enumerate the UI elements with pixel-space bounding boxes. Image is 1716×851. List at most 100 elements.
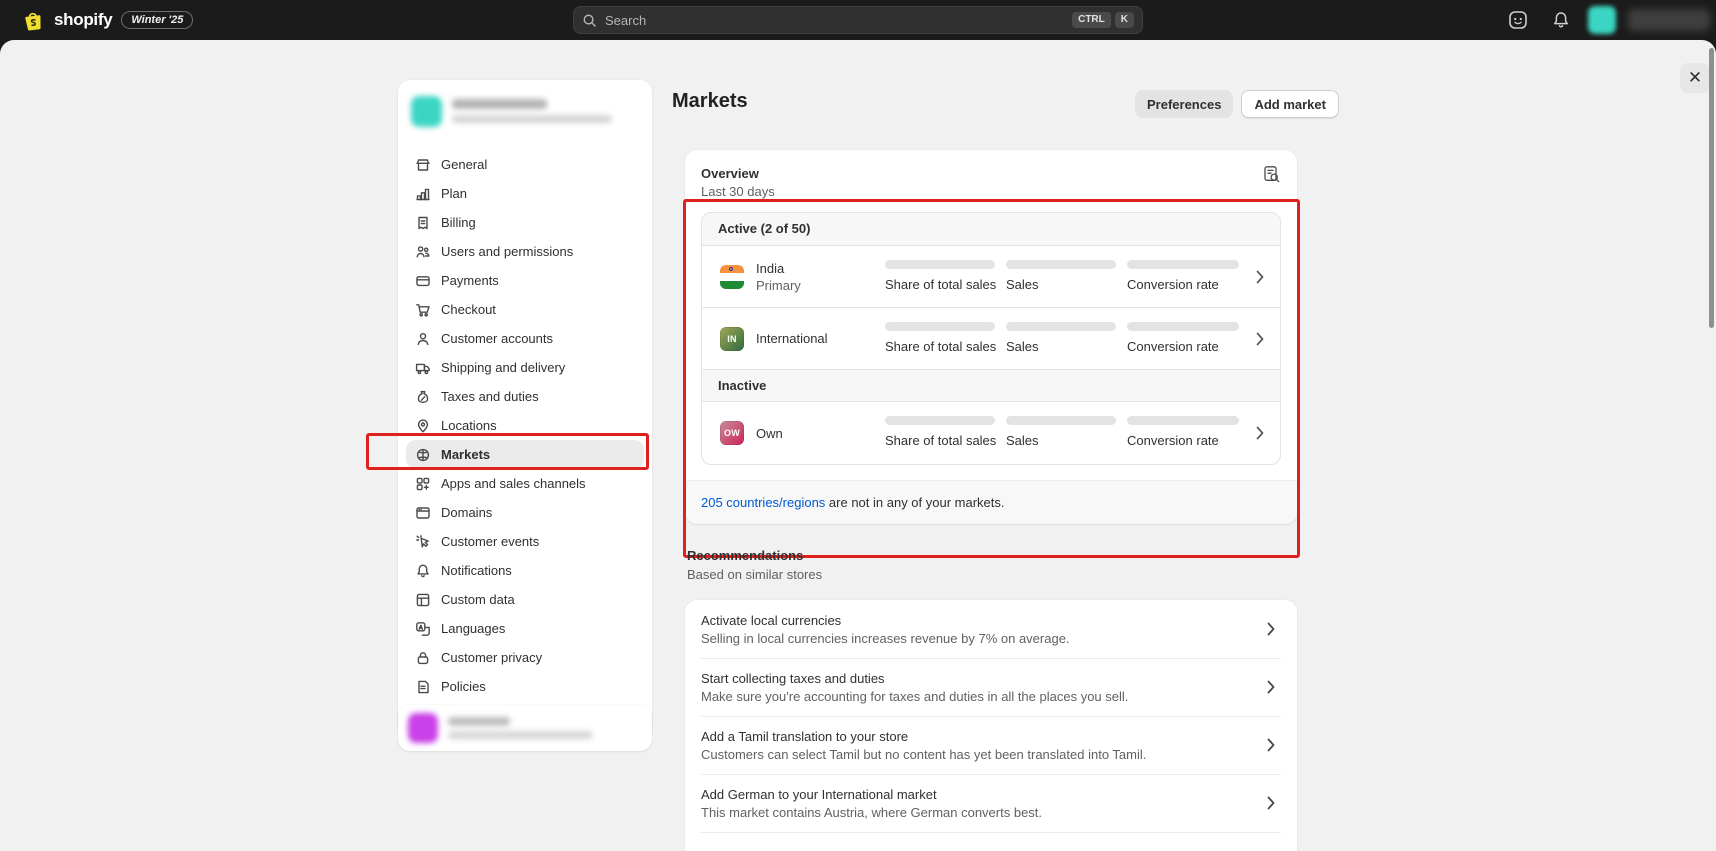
market-metrics: Share of total sales Sales Conversion ra… <box>885 416 1270 450</box>
overview-header: Overview Last 30 days <box>685 150 1297 200</box>
user-name-redacted[interactable] <box>1628 9 1710 31</box>
sidebar-item-taxes-duties[interactable]: Taxes and duties <box>406 382 644 411</box>
secondary-name-redacted <box>448 717 510 726</box>
recommendation-activate-local-currencies[interactable]: Activate local currencies Selling in loc… <box>685 600 1297 658</box>
data-table-icon <box>415 592 431 608</box>
secondary-avatar <box>408 713 438 743</box>
skeleton-bar <box>1006 416 1116 425</box>
shopify-logo[interactable]: shopify Winter '25 <box>22 0 193 40</box>
shopify-bag-icon <box>22 8 45 32</box>
sidebar-item-billing[interactable]: Billing <box>406 208 644 237</box>
sidebar-item-label: Policies <box>441 679 486 694</box>
sidebar-item-label: Apps and sales channels <box>441 476 586 491</box>
document-icon <box>415 679 431 695</box>
money-bag-icon <box>415 389 431 405</box>
sidebar-item-general[interactable]: General <box>406 150 644 179</box>
settings-nav: General Plan Billing Users and permissio… <box>398 142 652 701</box>
settings-modal-surface: ✕ General Plan Billing <box>0 40 1716 851</box>
skeleton-bar <box>1127 416 1239 425</box>
secondary-account-card[interactable] <box>398 705 652 751</box>
metric-label: Conversion rate <box>1127 339 1219 354</box>
add-market-button[interactable]: Add market <box>1241 90 1339 118</box>
secondary-sub-redacted <box>448 731 593 739</box>
sidebar-item-plan[interactable]: Plan <box>406 179 644 208</box>
sidebar-item-label: Checkout <box>441 302 496 317</box>
close-settings-button[interactable]: ✕ <box>1680 63 1710 93</box>
sidebar-item-notifications[interactable]: Notifications <box>406 556 644 585</box>
sidebar-item-languages[interactable]: Languages <box>406 614 644 643</box>
market-name: International <box>756 330 828 347</box>
footer-text: are not in any of your markets. <box>825 495 1004 510</box>
recommendation-add-tamil-translation[interactable]: Add a Tamil translation to your store Cu… <box>685 716 1297 774</box>
skeleton-bar <box>885 260 995 269</box>
recommendation-title: Add German to your International market <box>701 785 1261 804</box>
brand-wordmark: shopify <box>54 10 112 30</box>
sidebar-item-custom-data[interactable]: Custom data <box>406 585 644 614</box>
users-icon <box>415 244 431 260</box>
ctrl-key-badge: CTRL <box>1072 12 1111 28</box>
plan-icon <box>415 186 431 202</box>
recommendation-desc: This market contains Austria, where Germ… <box>701 804 1261 822</box>
sidebar-item-customer-events[interactable]: Customer events <box>406 527 644 556</box>
inactive-section-header: Inactive <box>702 369 1280 402</box>
preferences-button[interactable]: Preferences <box>1135 90 1233 118</box>
search-input[interactable] <box>605 13 1064 28</box>
sidebar-item-customer-privacy[interactable]: Customer privacy <box>406 643 644 672</box>
cart-icon <box>415 302 431 318</box>
user-avatar[interactable] <box>1588 6 1616 34</box>
recommendation-add-german[interactable]: Add German to your International market … <box>685 774 1297 832</box>
global-search[interactable]: CTRL K <box>573 6 1143 34</box>
receipt-icon <box>415 215 431 231</box>
edition-badge[interactable]: Winter '25 <box>121 11 193 29</box>
markets-overview-card: Overview Last 30 days Active (2 of 50) I… <box>685 150 1297 524</box>
sidebar-item-label: Markets <box>441 447 490 462</box>
sidebar-item-domains[interactable]: Domains <box>406 498 644 527</box>
sidebar-item-shipping-delivery[interactable]: Shipping and delivery <box>406 353 644 382</box>
overview-footer: 205 countries/regions are not in any of … <box>685 480 1297 524</box>
metric-label: Sales <box>1006 277 1039 292</box>
recommendation-collect-taxes-duties[interactable]: Start collecting taxes and duties Make s… <box>685 658 1297 716</box>
countries-regions-link[interactable]: 205 countries/regions <box>701 495 825 510</box>
metric-label: Conversion rate <box>1127 433 1219 448</box>
sidebar-item-payments[interactable]: Payments <box>406 266 644 295</box>
skeleton-bar <box>885 322 995 331</box>
skeleton-bar <box>1006 322 1116 331</box>
sidebar-item-label: Billing <box>441 215 476 230</box>
market-subtitle: Primary <box>756 277 801 294</box>
translate-icon <box>415 621 431 637</box>
search-icon <box>582 13 597 28</box>
sidebar-item-policies[interactable]: Policies <box>406 672 644 701</box>
chevron-right-icon <box>1250 270 1270 284</box>
browser-window-icon <box>415 505 431 521</box>
overview-subtitle: Last 30 days <box>701 184 1281 200</box>
notifications-bell-icon[interactable] <box>1551 10 1571 30</box>
store-header[interactable] <box>398 80 652 142</box>
sidebar-item-locations[interactable]: Locations <box>406 411 644 440</box>
sidebar-item-apps-sales-channels[interactable]: Apps and sales channels <box>406 469 644 498</box>
scrollbar-thumb[interactable] <box>1709 48 1714 328</box>
sidebar-item-users-permissions[interactable]: Users and permissions <box>406 237 644 266</box>
bell-icon <box>415 563 431 579</box>
metric-label: Sales <box>1006 433 1039 448</box>
market-row-india[interactable]: India Primary Share of total sales Sales… <box>702 246 1280 308</box>
recommendation-title: Add a Tamil translation to your store <box>701 727 1261 746</box>
market-row-own[interactable]: OW Own Share of total sales Sales Conver… <box>702 402 1280 464</box>
market-row-international[interactable]: IN International Share of total sales Sa… <box>702 308 1280 370</box>
recommendation-add-more-markets[interactable]: Add more markets <box>685 832 1297 851</box>
skeleton-bar <box>1127 260 1239 269</box>
skeleton-bar <box>1006 260 1116 269</box>
market-metrics: Share of total sales Sales Conversion ra… <box>885 260 1270 294</box>
sidebar-item-markets[interactable]: Markets <box>406 440 644 469</box>
own-market-icon: OW <box>720 421 744 445</box>
metric-label: Share of total sales <box>885 339 996 354</box>
search-shortcut: CTRL K <box>1072 12 1134 28</box>
skeleton-bar <box>1127 322 1239 331</box>
chevron-right-icon <box>1261 796 1281 810</box>
sidebar-item-label: Payments <box>441 273 499 288</box>
india-flag-icon <box>720 265 744 289</box>
markets-list: Active (2 of 50) India Primary Share of … <box>701 212 1281 465</box>
sidekick-icon[interactable] <box>1508 10 1528 30</box>
sidebar-item-checkout[interactable]: Checkout <box>406 295 644 324</box>
view-report-icon[interactable] <box>1262 165 1281 184</box>
sidebar-item-customer-accounts[interactable]: Customer accounts <box>406 324 644 353</box>
